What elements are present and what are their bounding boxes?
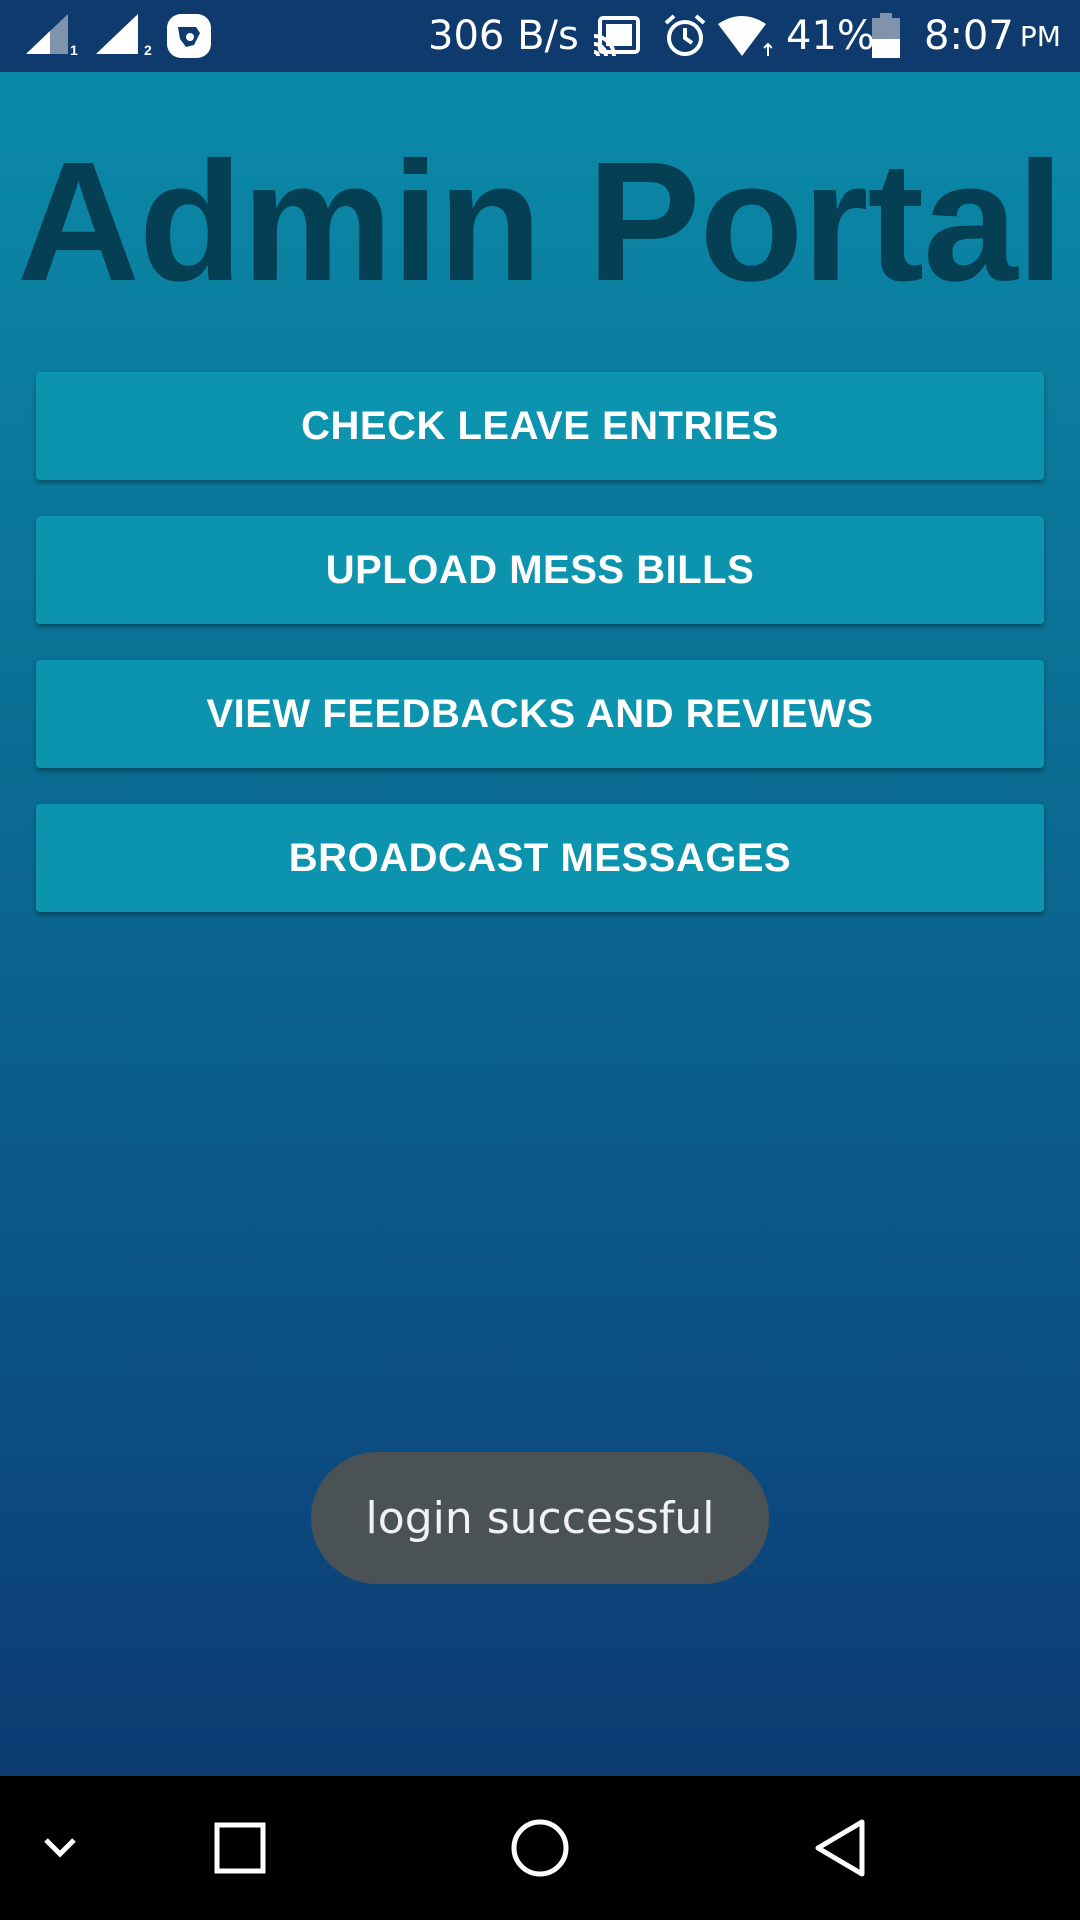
check-leave-entries-button[interactable]: CHECK LEAVE ENTRIES — [36, 372, 1044, 480]
app-content: Admin Portal CHECK LEAVE ENTRIES UPLOAD … — [0, 72, 1080, 1776]
clock-time: 8:07 — [924, 13, 1014, 59]
network-speed: 306 B/s — [428, 13, 579, 59]
signal-sim2-icon: 2 — [96, 0, 152, 72]
clock-container: 8:07 PM — [924, 0, 1061, 72]
cast-icon — [592, 0, 640, 72]
status-bar: 1 2 306 B/s 41% 8:07 PM — [0, 0, 1080, 72]
back-icon[interactable] — [780, 1776, 900, 1920]
sim2-label: 2 — [144, 42, 152, 58]
page-title: Admin Portal — [17, 127, 1064, 317]
recent-apps-icon[interactable] — [180, 1776, 300, 1920]
signal-sim1-icon: 1 — [26, 0, 78, 72]
clock-ampm: PM — [1019, 19, 1061, 53]
alarm-icon — [662, 0, 708, 72]
upload-mess-bills-button[interactable]: UPLOAD MESS BILLS — [36, 516, 1044, 624]
broadcast-messages-button[interactable]: BROADCAST MESSAGES — [36, 804, 1044, 912]
sim1-label: 1 — [70, 42, 78, 58]
battery-percent: 41% — [786, 13, 875, 59]
wifi-icon — [718, 0, 772, 72]
toast-message: login successful — [311, 1452, 769, 1584]
battery-icon — [870, 0, 902, 72]
view-feedbacks-button[interactable]: VIEW FEEDBACKS AND REVIEWS — [36, 660, 1044, 768]
app-notification-icon — [166, 0, 212, 72]
home-icon[interactable] — [480, 1776, 600, 1920]
collapse-icon[interactable] — [0, 1776, 120, 1920]
screen: 1 2 306 B/s 41% 8:07 PM Admin Portal CHE… — [0, 0, 1080, 1920]
network-speed-container: 306 B/s — [428, 0, 579, 72]
battery-percent-container: 41% — [786, 0, 875, 72]
navigation-bar — [0, 1776, 1080, 1920]
